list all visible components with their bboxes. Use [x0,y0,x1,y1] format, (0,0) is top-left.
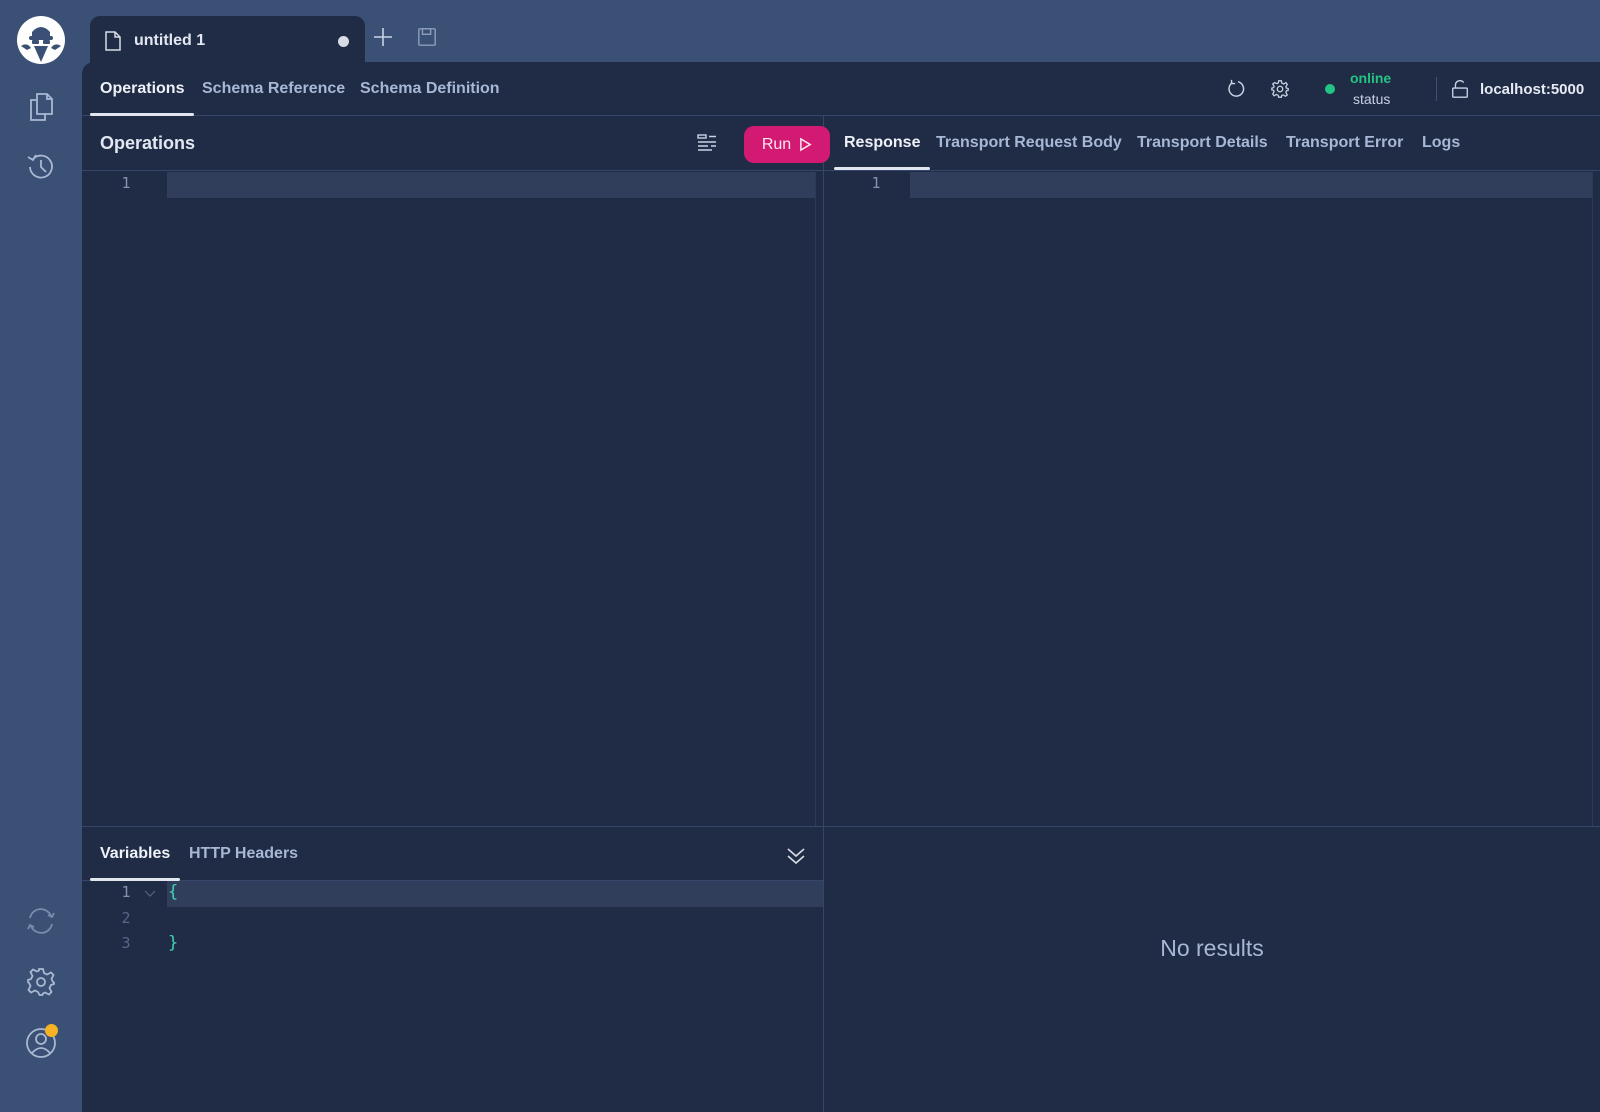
variables-pane: Variables HTTP Headers 1 { 2 3 } [82,826,824,1112]
endpoint-url[interactable]: localhost:5000 [1480,81,1584,98]
app-window: untitled 1 Operations Schema Reference S… [0,0,1600,1112]
run-query-button[interactable]: Run [744,126,830,163]
tab-transport-details[interactable]: Transport Details [1137,116,1268,170]
line-number: 2 [121,909,131,927]
notification-badge [45,1024,58,1037]
status-value: online [1350,70,1392,86]
response-viewer[interactable]: 1 [824,172,1600,826]
variables-editor[interactable]: 1 { 2 3 } [82,881,823,1112]
add-window-button[interactable] [370,24,396,50]
fold-chevron-icon[interactable] [144,888,156,900]
operations-title: Operations [100,133,196,153]
account-icon[interactable] [22,1024,60,1062]
sync-icon[interactable] [22,902,60,940]
prettify-icon[interactable] [696,133,718,153]
line-number: 1 [121,174,131,192]
tab-operations[interactable]: Operations [89,62,195,116]
active-line-highlight [910,172,1592,198]
line-number: 1 [871,174,881,192]
file-icon [105,31,121,51]
settings-button[interactable] [1267,76,1293,102]
history-icon[interactable] [22,148,60,186]
run-label: Run [761,135,792,153]
empty-state-text: No results [1160,935,1264,961]
windows-icon[interactable] [22,88,60,126]
collapse-chevrons-icon[interactable] [785,845,807,867]
divider [1436,77,1437,101]
save-icon [418,28,436,46]
sidebar [0,0,82,1112]
tab-schema-definition[interactable]: Schema Definition [360,62,500,116]
code-line: { [168,882,179,902]
response-tabs: Response Transport Request Body Transpor… [824,116,1600,171]
unsaved-indicator-icon[interactable] [338,36,349,47]
line-number: 3 [121,934,131,952]
tab-http-headers[interactable]: HTTP Headers [189,827,298,881]
tab-variables[interactable]: Variables [89,827,181,881]
tab-transport-error[interactable]: Transport Error [1286,116,1403,170]
reload-schema-button[interactable] [1224,76,1250,102]
settings-icon[interactable] [22,963,60,1001]
window-tab-title: untitled 1 [134,32,206,49]
response-scrollbar[interactable] [1592,172,1600,826]
tab-transport-request-body[interactable]: Transport Request Body [936,116,1122,170]
window-tab-bar: untitled 1 [82,0,1600,66]
operations-pane: Operations Run 1 [82,116,830,826]
code-line: } [168,933,179,953]
tab-logs[interactable]: Logs [1422,116,1460,170]
variables-tabs: Variables HTTP Headers [82,827,823,881]
workspace: Operations Schema Reference Schema Defin… [82,62,1600,1112]
tab-schema-reference[interactable]: Schema Reference [202,62,345,116]
save-window-button[interactable] [414,24,440,50]
window-tab-untitled-1[interactable]: untitled 1 [90,16,365,66]
status-label: status [1353,91,1391,107]
gear-icon [1271,80,1289,98]
active-line-highlight [167,881,823,907]
status-indicator-icon [1325,84,1335,94]
play-icon [800,137,812,152]
active-line-highlight [167,172,815,198]
results-pane: No results [824,826,1600,1112]
query-editor[interactable]: 1 [82,172,823,826]
unlock-icon [1452,80,1468,98]
response-pane: Response Transport Request Body Transpor… [824,116,1600,826]
operations-header: Operations Run [82,116,830,171]
refresh-icon [1228,79,1245,97]
security-button[interactable] [1447,76,1473,102]
altair-logo-icon[interactable] [17,16,65,64]
editor-scrollbar[interactable] [815,172,823,826]
tab-response[interactable]: Response [833,116,932,170]
main-nav: Operations Schema Reference Schema Defin… [82,62,1600,116]
plus-icon [374,28,392,46]
